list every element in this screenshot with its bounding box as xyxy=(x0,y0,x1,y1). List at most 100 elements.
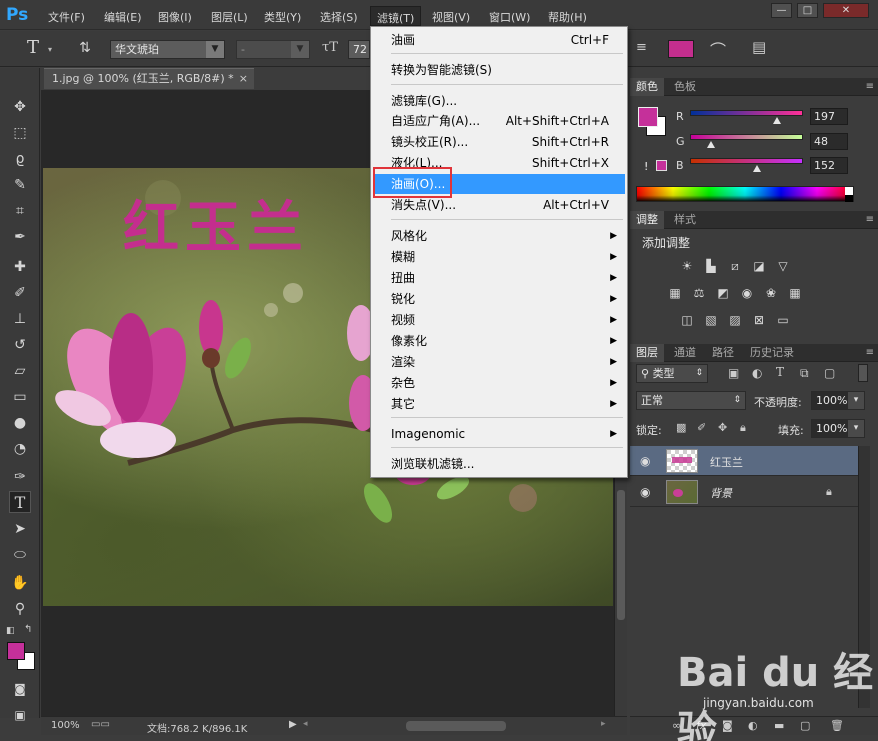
preset-dropdown-icon[interactable]: ▾ xyxy=(48,45,52,54)
character-panel-icon[interactable]: ▤ xyxy=(752,38,766,56)
path-select-tool-icon[interactable]: ➤ xyxy=(9,518,31,540)
hand-tool-icon[interactable]: ✋ xyxy=(9,572,31,594)
opacity-field[interactable]: 100% ▾ xyxy=(811,391,865,410)
gradient-map-icon[interactable]: ▭ xyxy=(774,312,792,328)
filter-adjust-icon[interactable]: ◐ xyxy=(752,366,762,380)
swap-colors-icon[interactable]: ↰ xyxy=(24,624,32,635)
menu-item-noise[interactable]: 杂色 ▶ xyxy=(373,373,625,393)
scroll-left-icon[interactable]: ◂ xyxy=(303,719,308,729)
photo-filter-icon[interactable]: ◉ xyxy=(738,285,756,301)
menu-item-other[interactable]: 其它 ▶ xyxy=(373,394,625,414)
zoom-level[interactable]: 100% xyxy=(51,720,80,731)
levels-icon[interactable]: ▙ xyxy=(702,258,720,274)
layer-row-text[interactable]: ◉ 红玉兰 xyxy=(630,446,858,476)
quick-select-tool-icon[interactable]: ✎ xyxy=(9,174,31,196)
brightness-icon[interactable]: ☀ xyxy=(678,258,696,274)
visibility-eye-icon[interactable]: ◉ xyxy=(640,454,650,468)
gradient-tool-icon[interactable]: ▭ xyxy=(9,386,31,408)
menu-file[interactable]: 文件(F) xyxy=(48,9,85,25)
menu-item-adaptive-wide-angle[interactable]: 自适应广角(A)... Alt+Shift+Ctrl+A xyxy=(373,111,625,131)
brush-tool-icon[interactable]: ✐ xyxy=(9,282,31,304)
tab-color[interactable]: 颜色 xyxy=(630,78,664,96)
vertical-scroll-thumb[interactable] xyxy=(617,490,625,620)
blend-mode-select[interactable]: 正常 ⇕ xyxy=(636,391,746,410)
b-slider-knob[interactable] xyxy=(753,165,762,172)
panel-menu-icon[interactable]: ≡ xyxy=(866,78,874,96)
r-value-field[interactable]: 197 xyxy=(810,108,848,125)
menu-item-video[interactable]: 视频 ▶ xyxy=(373,310,625,330)
vibrance-icon[interactable]: ▽ xyxy=(774,258,792,274)
panel-menu-icon[interactable]: ≡ xyxy=(866,344,874,362)
invert-icon[interactable]: ◫ xyxy=(678,312,696,328)
tab-styles[interactable]: 样式 xyxy=(668,211,702,229)
eyedropper-tool-icon[interactable]: ✒ xyxy=(9,226,31,248)
foreground-color-swatch[interactable] xyxy=(7,642,25,660)
menu-item-pixelate[interactable]: 像素化 ▶ xyxy=(373,331,625,351)
channel-mixer-icon[interactable]: ❀ xyxy=(762,285,780,301)
filter-smart-icon[interactable]: ▢ xyxy=(824,366,835,380)
justify-icon[interactable]: ≡ xyxy=(636,40,647,55)
filter-toggle[interactable] xyxy=(858,364,868,382)
status-menu-arrow-icon[interactable]: ▶ xyxy=(289,719,297,730)
blur-tool-icon[interactable]: ● xyxy=(9,412,31,434)
menu-item-smart-filter[interactable]: 转换为智能滤镜(S) xyxy=(373,60,625,80)
menu-item-filter-gallery[interactable]: 滤镜库(G)... xyxy=(373,91,625,111)
stamp-tool-icon[interactable]: ⊥ xyxy=(9,308,31,330)
menu-view[interactable]: 视图(V) xyxy=(432,9,470,25)
type-tool-icon[interactable]: T xyxy=(9,491,31,513)
lock-transparent-icon[interactable]: ▩ xyxy=(676,421,686,434)
quick-mask-icon[interactable]: ◙ xyxy=(9,678,31,700)
fill-field[interactable]: 100% ▾ xyxy=(811,419,865,438)
text-color-swatch[interactable] xyxy=(668,40,694,58)
color-lookup-icon[interactable]: ▦ xyxy=(786,285,804,301)
tab-adjustments[interactable]: 调整 xyxy=(630,211,664,229)
minimize-button[interactable]: — xyxy=(771,3,792,18)
menu-item-last-filter[interactable]: 油画 Ctrl+F xyxy=(373,30,625,50)
menu-item-imagenomic[interactable]: Imagenomic ▶ xyxy=(373,424,625,444)
gamut-color-chip[interactable] xyxy=(656,160,667,171)
horizontal-scroll-thumb[interactable] xyxy=(406,721,506,731)
lock-position-icon[interactable]: ✥ xyxy=(718,421,727,434)
ellipse-tool-icon[interactable]: ⬭ xyxy=(9,544,31,566)
crop-tool-icon[interactable]: ⌗ xyxy=(9,200,31,222)
r-slider-knob[interactable] xyxy=(773,117,782,124)
tab-history[interactable]: 历史记录 xyxy=(744,344,800,362)
curves-icon[interactable]: ⧄ xyxy=(726,258,744,274)
b-slider[interactable] xyxy=(690,158,803,164)
font-family-select[interactable]: 华文琥珀 ▼ xyxy=(110,40,225,59)
layer-kind-filter[interactable]: ⚲ 类型 ⇕ xyxy=(636,364,708,383)
move-tool-icon[interactable]: ✥ xyxy=(9,96,31,118)
maximize-button[interactable]: □ xyxy=(797,3,818,18)
tab-swatches[interactable]: 色板 xyxy=(668,78,702,96)
menu-item-blur[interactable]: 模糊 ▶ xyxy=(373,247,625,267)
g-slider-knob[interactable] xyxy=(707,141,716,148)
font-style-select[interactable]: - ▼ xyxy=(236,40,310,59)
posterize-icon[interactable]: ▧ xyxy=(702,312,720,328)
default-colors-icon[interactable]: ◧ xyxy=(6,626,15,636)
layer-row-background[interactable]: ◉ 背景 🔒︎ xyxy=(630,477,858,507)
type-tool-preset-icon[interactable]: T xyxy=(22,37,44,59)
status-preview-icon[interactable]: ▭▭ xyxy=(91,719,110,730)
menu-window[interactable]: 窗口(W) xyxy=(489,9,530,25)
scroll-right-icon[interactable]: ▸ xyxy=(601,719,606,729)
tab-layers[interactable]: 图层 xyxy=(630,344,664,362)
b-value-field[interactable]: 152 xyxy=(810,157,848,174)
filter-pixel-icon[interactable]: ▣ xyxy=(728,366,739,380)
menu-select[interactable]: 选择(S) xyxy=(320,9,358,25)
font-size-field[interactable]: 72 xyxy=(348,40,370,59)
color-balance-icon[interactable]: ⚖ xyxy=(690,285,708,301)
visibility-eye-icon[interactable]: ◉ xyxy=(640,485,650,499)
warp-text-icon[interactable]: ⌒ xyxy=(710,37,726,61)
menu-item-distort[interactable]: 扭曲 ▶ xyxy=(373,268,625,288)
filter-type-icon[interactable]: T xyxy=(776,365,784,379)
menu-item-stylize[interactable]: 风格化 ▶ xyxy=(373,226,625,246)
menu-item-render[interactable]: 渲染 ▶ xyxy=(373,352,625,372)
lock-all-icon[interactable]: 🔒︎ xyxy=(740,421,746,435)
menu-layer[interactable]: 图层(L) xyxy=(211,9,248,25)
menu-item-vanishing-point[interactable]: 消失点(V)... Alt+Ctrl+V xyxy=(373,195,625,215)
history-brush-icon[interactable]: ↺ xyxy=(9,334,31,356)
menu-item-sharpen[interactable]: 锐化 ▶ xyxy=(373,289,625,309)
panel-menu-icon[interactable]: ≡ xyxy=(866,211,874,229)
threshold-icon[interactable]: ▨ xyxy=(726,312,744,328)
tab-channels[interactable]: 通道 xyxy=(668,344,702,362)
